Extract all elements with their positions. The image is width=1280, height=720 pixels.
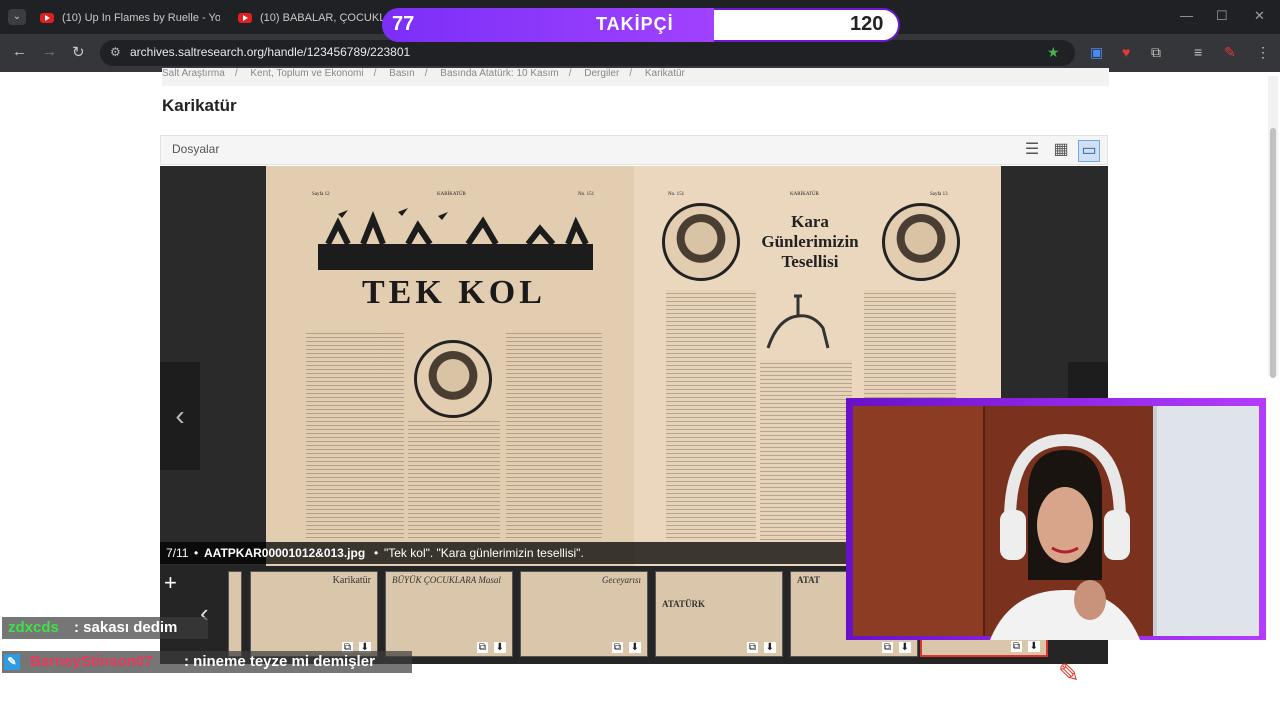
page-scrollbar[interactable] — [1268, 76, 1278, 378]
chat-username: zdxcds — [8, 619, 59, 636]
youtube-icon — [238, 13, 252, 23]
follower-goal-target: 120 — [850, 13, 884, 35]
zoom-in-icon[interactable]: + — [164, 570, 177, 596]
open-icon[interactable]: ⧉ — [611, 642, 623, 653]
left-issue-no: No. 151 — [578, 192, 595, 197]
breadcrumb-item[interactable]: Dergiler — [584, 68, 619, 79]
follower-count: 77 — [392, 13, 415, 35]
image-position: 7/11 — [166, 546, 189, 560]
ataturk-portrait — [662, 203, 740, 281]
chat-text: : sakası dedim — [74, 619, 178, 636]
tab-title: (10) BABALAR, ÇOCUKLARIN — [260, 12, 383, 24]
tek-kol-title: TEK KOL — [362, 274, 546, 311]
menu-icon[interactable]: ⋮ — [1256, 44, 1270, 61]
tab-up-in-flames[interactable]: (10) Up In Flames by Ruelle - Yo ✕ — [40, 6, 220, 30]
image-filename: AATPKAR0000101​2&013.jpg — [204, 546, 366, 560]
breadcrumb-item[interactable]: Basında Atatürk: 10 Kasım — [440, 68, 558, 79]
download-icon[interactable]: ⬇ — [898, 642, 911, 653]
image-description: "Tek kol". "Kara günlerimizin tesellisi"… — [384, 546, 584, 560]
download-icon[interactable]: ⬇ — [493, 642, 506, 653]
kara-gunlerimizin-title: Kara Günlerimizin Tesellisi — [761, 212, 859, 271]
ataturk-portrait — [414, 340, 492, 418]
horse-rider-illustration — [758, 288, 838, 358]
thumbnail[interactable]: BÜYÜK ÇOCUKLARA Masal ⧉ ⬇ — [385, 571, 513, 657]
tab-search-icon[interactable]: ⌄ — [8, 9, 26, 25]
gallery-view-icon[interactable]: ▭ — [1078, 140, 1100, 162]
grid-view-icon[interactable]: ▦ — [1051, 140, 1071, 160]
article-text-column — [408, 418, 500, 540]
right-issue-no: No. 151 — [668, 192, 685, 197]
download-icon[interactable]: ⬇ — [1027, 641, 1040, 652]
media-control-icon[interactable]: ≡ — [1194, 44, 1202, 60]
site-info-icon[interactable]: ⚙ — [110, 45, 121, 59]
article-text-column — [864, 290, 956, 400]
breadcrumb-item: Karikatür — [644, 68, 685, 79]
close-window-icon[interactable]: ✕ — [1254, 8, 1265, 24]
minimize-icon[interactable]: — — [1180, 8, 1193, 23]
image-caption-bar: 7/11 • AATPKAR0000101​2&013.jpg • "Tek k… — [160, 542, 850, 564]
right-magazine-name: KARİKATÜR — [790, 192, 819, 197]
translate-icon[interactable]: ▣ — [1090, 44, 1103, 61]
brand-logo-icon: ✎ — [1058, 658, 1080, 688]
breadcrumb-item[interactable]: Salt Araştırma — [162, 68, 225, 79]
chat-message: zdxcds : sakası dedim — [2, 617, 208, 639]
thumbnail[interactable]: Geceyarısı ⧉ ⬇ — [520, 571, 648, 657]
open-icon[interactable]: ⧉ — [476, 642, 488, 653]
maximize-icon[interactable]: ☐ — [1216, 8, 1228, 24]
brand-logo-text: DyNoGame — [1090, 660, 1231, 690]
forward-icon[interactable]: → — [42, 43, 57, 60]
left-magazine-name: KARİKATÜR — [437, 192, 466, 197]
next-image-button[interactable] — [1068, 362, 1108, 400]
download-icon[interactable]: ⬇ — [763, 642, 776, 653]
tab-title: (10) Up In Flames by Ruelle - Yo — [62, 12, 220, 24]
open-icon[interactable]: ⧉ — [746, 642, 758, 653]
open-icon[interactable]: ⧉ — [1010, 641, 1022, 652]
bookmark-star-icon[interactable]: ★ — [1047, 44, 1060, 61]
back-icon[interactable]: ← — [12, 43, 27, 60]
page-title: Karikatür — [162, 96, 237, 115]
open-icon[interactable]: ⧉ — [881, 642, 893, 653]
thumbnail[interactable]: Karikatür ⧉ ⬇ — [250, 571, 378, 657]
thumbnail[interactable]: ATATÜRK ⧉ ⬇ — [655, 571, 783, 657]
scrollbar-thumb[interactable] — [1270, 128, 1276, 378]
extensions-icon[interactable]: ⧉ — [1151, 44, 1161, 61]
url-text[interactable]: archives.saltresearch.org/handle/1234567… — [130, 45, 410, 59]
extension-icon[interactable]: ♥ — [1122, 44, 1130, 60]
chat-text: : nineme teyze mi demişler — [184, 653, 375, 670]
chat-badge-icon: ✎ — [4, 654, 20, 670]
article-text-column — [760, 360, 852, 540]
streamer-person — [990, 430, 1140, 640]
thumbnail[interactable] — [228, 571, 242, 657]
tab-babalar[interactable]: (10) BABALAR, ÇOCUKLARIN — [238, 6, 383, 30]
chat-message: ✎ BarneyStinson07 : nineme teyze mi demi… — [2, 651, 412, 673]
follower-goal-label: TAKİPÇİ — [596, 14, 674, 34]
chat-username: BarneyStinson07 — [30, 653, 153, 670]
breadcrumb: Salt Araştırma / Kent, Toplum ve Ekonomi /… — [162, 68, 1109, 86]
article-text-column — [666, 290, 756, 540]
left-page-number: Sayfa 12 — [312, 192, 330, 197]
download-icon[interactable]: ⬇ — [628, 642, 641, 653]
files-toolbar — [160, 135, 1108, 165]
youtube-icon — [40, 13, 54, 23]
previous-image-button[interactable]: ‹ — [160, 362, 200, 470]
profile-icon[interactable]: ✎ — [1224, 44, 1236, 61]
right-page-number: Sayfa 13 — [930, 192, 948, 197]
files-label: Dosyalar — [172, 142, 220, 156]
silhouette-illustration — [318, 204, 593, 270]
list-view-icon[interactable]: ☰ — [1022, 140, 1042, 160]
breadcrumb-item[interactable]: Kent, Toplum ve Ekonomi — [250, 68, 363, 79]
breadcrumb-item[interactable]: Basın — [389, 68, 415, 79]
ataturk-portrait — [882, 203, 960, 281]
reload-icon[interactable]: ↻ — [72, 43, 85, 61]
article-text-column — [506, 330, 602, 540]
article-text-column — [306, 330, 404, 540]
